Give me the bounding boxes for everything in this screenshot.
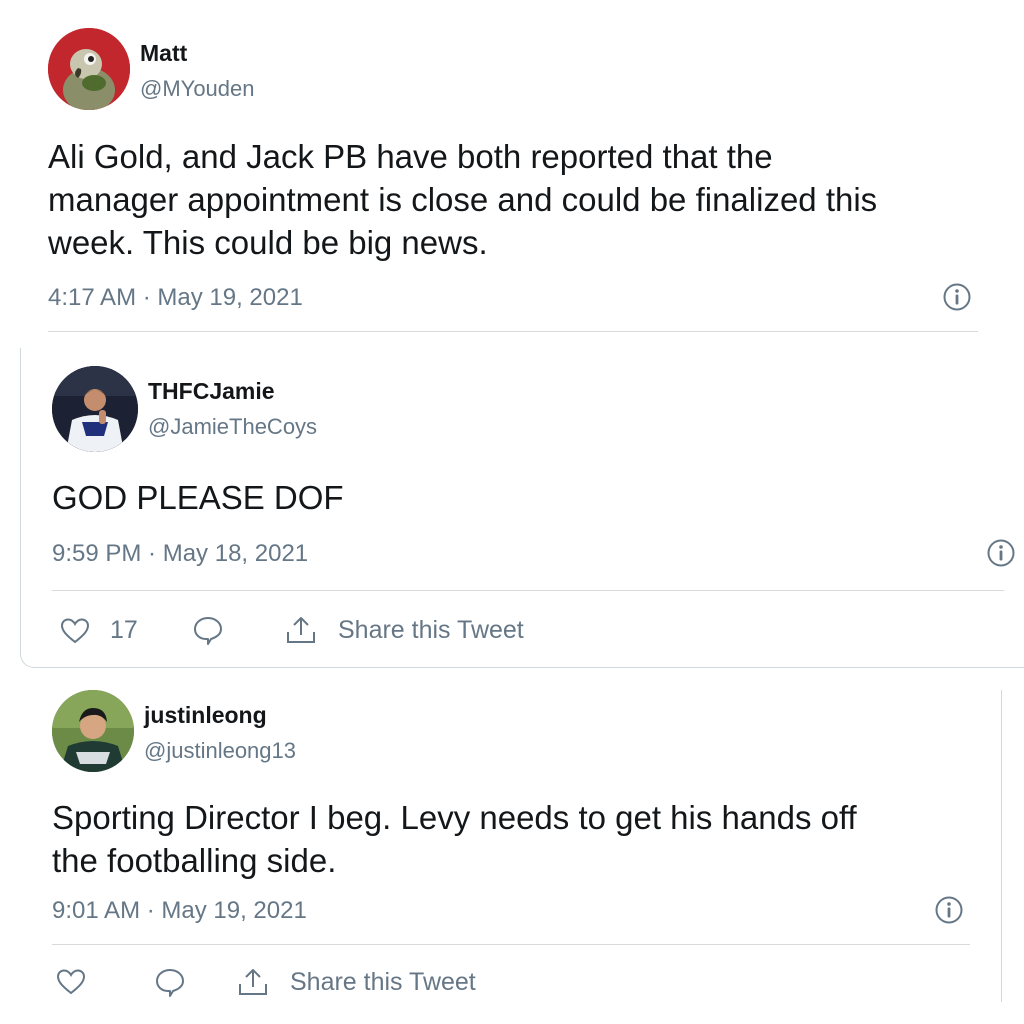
tweet-text-line: Ali Gold, and Jack PB have both reported… [48, 138, 773, 175]
tweet-text: Sporting Director I beg. Levy needs to g… [52, 796, 857, 882]
divider [52, 590, 1004, 591]
info-icon[interactable] [986, 538, 1016, 573]
share-button[interactable]: Share this Tweet [284, 614, 524, 646]
share-label: Share this Tweet [290, 967, 476, 996]
share-icon [287, 617, 315, 643]
author-name[interactable]: Matt [140, 40, 187, 67]
tweet-timestamp[interactable]: 4:17 AM · May 19, 2021 [48, 284, 303, 312]
reply-button[interactable] [154, 966, 186, 998]
tweet-text-line: the footballing side. [52, 842, 337, 879]
like-count: 17 [110, 616, 138, 644]
footballer-avatar-icon [52, 690, 134, 772]
like-button[interactable]: 17 [60, 616, 138, 645]
share-label: Share this Tweet [338, 615, 524, 644]
tweet-text-line: Sporting Director I beg. Levy needs to g… [52, 799, 857, 836]
author-name[interactable]: justinleong [144, 702, 267, 729]
heart-icon [56, 969, 86, 995]
footballer-avatar-icon [52, 366, 138, 452]
tweet-timestamp[interactable]: 9:59 PM · May 18, 2021 [52, 540, 308, 568]
reply-button[interactable] [192, 614, 224, 646]
tweet-text-line: manager appointment is close and could b… [48, 181, 878, 218]
avatar[interactable] [52, 690, 134, 772]
tweet-text: Ali Gold, and Jack PB have both reported… [48, 135, 877, 264]
like-button[interactable] [56, 968, 86, 996]
info-icon[interactable] [942, 282, 972, 317]
heart-icon [60, 617, 90, 643]
info-icon[interactable] [934, 895, 964, 930]
divider [52, 944, 970, 945]
author-name[interactable]: THFCJamie [148, 378, 275, 405]
tweet-text-line: week. This could be big news. [48, 224, 488, 261]
author-handle[interactable]: @MYouden [140, 76, 255, 102]
tweet-text-line: GOD PLEASE DOF [52, 479, 344, 516]
reply-icon [156, 969, 184, 997]
tweet-text: GOD PLEASE DOF [52, 476, 344, 519]
author-handle[interactable]: @justinleong13 [144, 738, 296, 764]
card-border [1001, 690, 1002, 1002]
author-handle[interactable]: @JamieTheCoys [148, 414, 317, 440]
tweet-timestamp[interactable]: 9:01 AM · May 19, 2021 [52, 897, 307, 925]
divider [48, 331, 978, 332]
avatar[interactable] [48, 28, 130, 110]
share-button[interactable]: Share this Tweet [236, 966, 476, 998]
share-icon [239, 969, 267, 995]
parrot-avatar-icon [48, 28, 130, 110]
reply-icon [194, 617, 222, 645]
avatar[interactable] [52, 366, 138, 452]
